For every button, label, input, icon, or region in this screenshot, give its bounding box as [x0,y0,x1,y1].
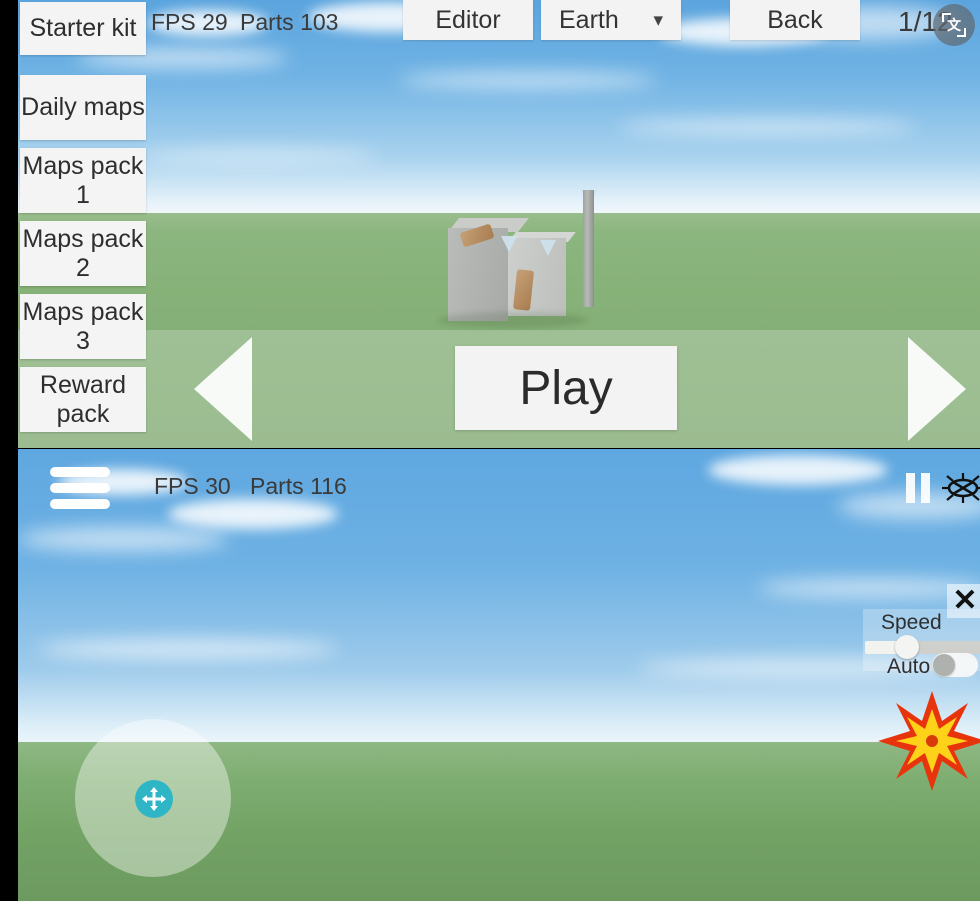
sidebar-item-label: Maps pack 2 [22,224,144,282]
preview-cone-a [501,236,517,252]
hamburger-menu-icon[interactable] [50,467,110,509]
play-button[interactable]: Play [455,346,677,430]
sidebar-item-label: Maps pack 1 [22,151,144,209]
prev-map-arrow[interactable] [194,337,252,441]
back-button[interactable]: Back [730,0,860,40]
top-toolbar: FPS 29 Parts 103 Editor Earth ▾ Back 1/1… [18,0,980,42]
auto-toggle[interactable] [932,653,978,677]
chevron-down-icon: ▾ [653,9,663,31]
sidebar-item-reward-pack[interactable]: Reward pack [20,367,146,432]
parts-counter-simulation: Parts 116 [250,473,347,499]
speed-label: Speed [881,611,942,634]
preview-controls-bar: Play [18,330,980,448]
sidebar-item-daily-maps[interactable]: Daily maps [20,75,146,140]
map-preview-scene[interactable]: Play FPS 29 Parts 103 Editor Earth ▾ Bac… [18,0,980,448]
preview-pillar [583,190,594,307]
app-screen: Play FPS 29 Parts 103 Editor Earth ▾ Bac… [0,0,980,901]
pause-icon[interactable] [906,473,930,503]
eye-slash-icon[interactable] [940,471,980,505]
sidebar-item-maps-pack-1[interactable]: Maps pack 1 [20,148,146,213]
simulation-scene[interactable]: FPS 30 Parts 116 ✕ Speed Auto [18,449,980,901]
translate-icon[interactable]: 文 [933,4,975,46]
translate-glyph: 文 [942,13,966,37]
movement-joystick[interactable] [75,719,231,877]
sidebar-item-label: Reward pack [39,370,127,428]
sidebar-item-label: Starter kit [29,14,137,42]
editor-button[interactable]: Editor [403,0,533,40]
sidebar-item-label: Daily maps [21,93,145,121]
sidebar-item-starter-kit[interactable]: Starter kit [20,2,146,55]
auto-label: Auto [887,655,931,678]
preview-cone-b [540,240,556,256]
parts-counter-top: Parts 103 [240,9,339,35]
fps-counter-top: FPS 29 [151,9,228,35]
explosion-icon[interactable] [876,689,980,793]
planet-select-value: Earth [559,5,619,34]
sidebar-item-maps-pack-2[interactable]: Maps pack 2 [20,221,146,286]
fps-counter-simulation: FPS 30 [154,473,231,499]
planet-select[interactable]: Earth ▾ [541,0,681,40]
sidebar-item-label: Maps pack 3 [22,297,144,355]
preview-shadow [438,312,588,328]
move-arrows-icon[interactable] [135,780,173,818]
sidebar-item-maps-pack-3[interactable]: Maps pack 3 [20,294,146,359]
next-map-arrow[interactable] [908,337,966,441]
